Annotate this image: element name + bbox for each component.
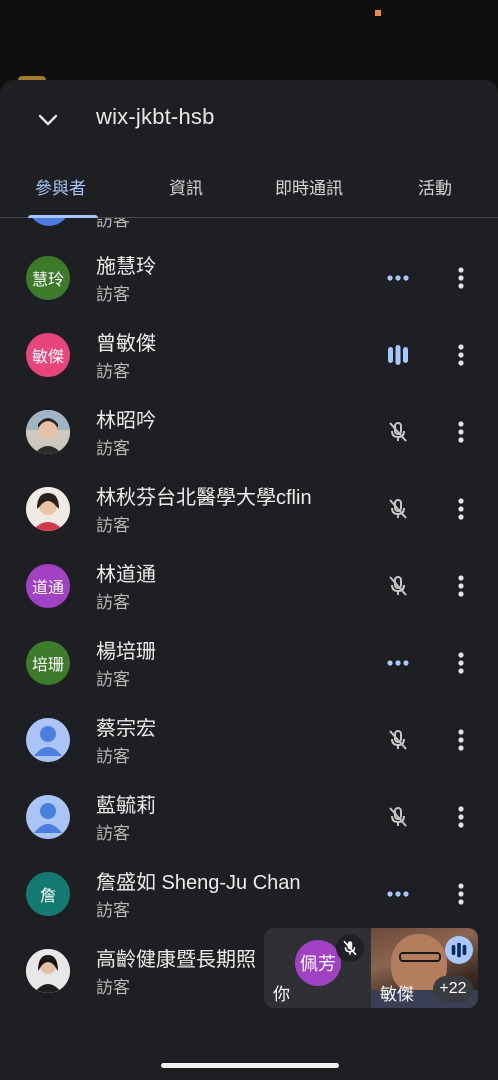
mic-off-icon — [380, 491, 416, 527]
more-vert-icon[interactable] — [446, 337, 476, 373]
participant-row-partial[interactable]: 訪客 — [0, 218, 498, 230]
avatar — [28, 218, 70, 226]
speaking-icon — [445, 936, 473, 964]
app-background — [0, 0, 498, 90]
home-indicator[interactable] — [161, 1063, 339, 1068]
others-count-badge: +22 — [433, 976, 473, 1002]
participant-role: 訪客 — [96, 439, 130, 458]
avatar: 佩芳 — [295, 940, 341, 986]
participant-role: 訪客 — [96, 516, 130, 535]
participant-row[interactable]: 敏傑 曾敏傑 訪客 — [0, 319, 498, 395]
avatar: 詹 — [26, 872, 70, 916]
chevron-down-icon[interactable] — [30, 102, 66, 138]
more-dots-icon[interactable] — [380, 876, 416, 912]
mic-off-icon — [336, 934, 364, 962]
more-vert-icon[interactable] — [446, 876, 476, 912]
more-vert-icon[interactable] — [446, 722, 476, 758]
tab-chat[interactable]: 即時通訊 — [275, 174, 343, 199]
participant-role: 訪客 — [96, 362, 130, 381]
participant-name: 藍毓莉 — [96, 795, 156, 817]
tab-activities[interactable]: 活動 — [418, 174, 452, 199]
participant-role: 訪客 — [96, 218, 130, 230]
more-vert-icon[interactable] — [446, 645, 476, 681]
mic-off-icon — [380, 722, 416, 758]
avatar-initials: 佩芳 — [300, 954, 336, 974]
avatar-initials: 詹 — [39, 888, 56, 905]
tab-participants[interactable]: 參與者 — [35, 174, 86, 199]
participant-name: 林秋芬台北醫學大學cflin — [96, 487, 312, 509]
self-label: 你 — [273, 985, 290, 1004]
avatar: 慧玲 — [26, 256, 70, 300]
avatar: 培珊 — [26, 641, 70, 685]
participant-role: 訪客 — [96, 593, 130, 612]
speaking-icon — [380, 337, 416, 373]
mic-off-icon — [380, 568, 416, 604]
avatar — [26, 795, 70, 839]
participant-row[interactable]: 蔡宗宏 訪客 — [0, 704, 498, 780]
participant-name: 楊培珊 — [96, 641, 156, 663]
more-vert-icon[interactable] — [446, 491, 476, 527]
avatar: 敏傑 — [26, 333, 70, 377]
tab-bar: 參與者 資訊 即時通訊 活動 — [0, 166, 498, 218]
recording-indicator — [375, 10, 381, 16]
more-vert-icon[interactable] — [446, 568, 476, 604]
participant-role: 訪客 — [96, 824, 130, 843]
tab-info[interactable]: 資訊 — [169, 174, 203, 199]
speaker-video-detail — [399, 952, 441, 962]
self-tile[interactable]: 佩芳 你 — [264, 928, 371, 1008]
participant-name: 詹盛如 Sheng-Ju Chan — [96, 872, 301, 894]
more-dots-icon[interactable] — [380, 260, 416, 296]
more-vert-icon[interactable] — [446, 414, 476, 450]
mic-off-icon — [380, 799, 416, 835]
avatar — [26, 718, 70, 762]
mic-off-icon — [380, 414, 416, 450]
avatar-initials: 培珊 — [31, 657, 64, 674]
avatar — [26, 410, 70, 454]
participant-role: 訪客 — [96, 285, 130, 304]
meeting-title: wix-jkbt-hsb — [96, 104, 215, 129]
participant-name: 施慧玲 — [96, 256, 156, 278]
speaker-label: 敏傑 — [380, 985, 414, 1004]
participant-role: 訪客 — [96, 978, 130, 997]
avatar-initials: 慧玲 — [31, 272, 64, 289]
participant-name: 蔡宗宏 — [96, 718, 156, 740]
more-vert-icon[interactable] — [446, 260, 476, 296]
participant-row[interactable]: 詹 詹盛如 Sheng-Ju Chan 訪客 — [0, 858, 498, 934]
avatar — [26, 487, 70, 531]
more-dots-icon[interactable] — [380, 645, 416, 681]
avatar: 道通 — [26, 564, 70, 608]
participant-name: 林道通 — [96, 564, 156, 586]
participant-row[interactable]: 培珊 楊培珊 訪客 — [0, 627, 498, 703]
speaker-tile[interactable]: 敏傑 +22 — [371, 928, 478, 1008]
more-vert-icon[interactable] — [446, 799, 476, 835]
participant-row[interactable]: 道通 林道通 訪客 — [0, 550, 498, 626]
sheet-header: wix-jkbt-hsb — [0, 80, 498, 156]
picture-in-picture[interactable]: 佩芳 你 敏傑 +22 — [264, 928, 478, 1008]
participant-name: 林昭吟 — [96, 410, 156, 432]
participant-name: 高齡健康暨長期照 — [96, 949, 256, 971]
participant-row[interactable]: 藍毓莉 訪客 — [0, 781, 498, 857]
avatar-initials: 敏傑 — [31, 349, 64, 366]
avatar — [26, 949, 70, 993]
participant-role: 訪客 — [96, 747, 130, 766]
participant-row[interactable]: 林昭吟 訪客 — [0, 396, 498, 472]
participant-role: 訪客 — [96, 670, 130, 689]
participant-name: 曾敏傑 — [96, 333, 156, 355]
avatar-initials: 道通 — [31, 580, 64, 597]
participant-row[interactable]: 林秋芬台北醫學大學cflin 訪客 — [0, 473, 498, 549]
participant-row[interactable]: 慧玲 施慧玲 訪客 — [0, 242, 498, 318]
participant-role: 訪客 — [96, 901, 130, 920]
